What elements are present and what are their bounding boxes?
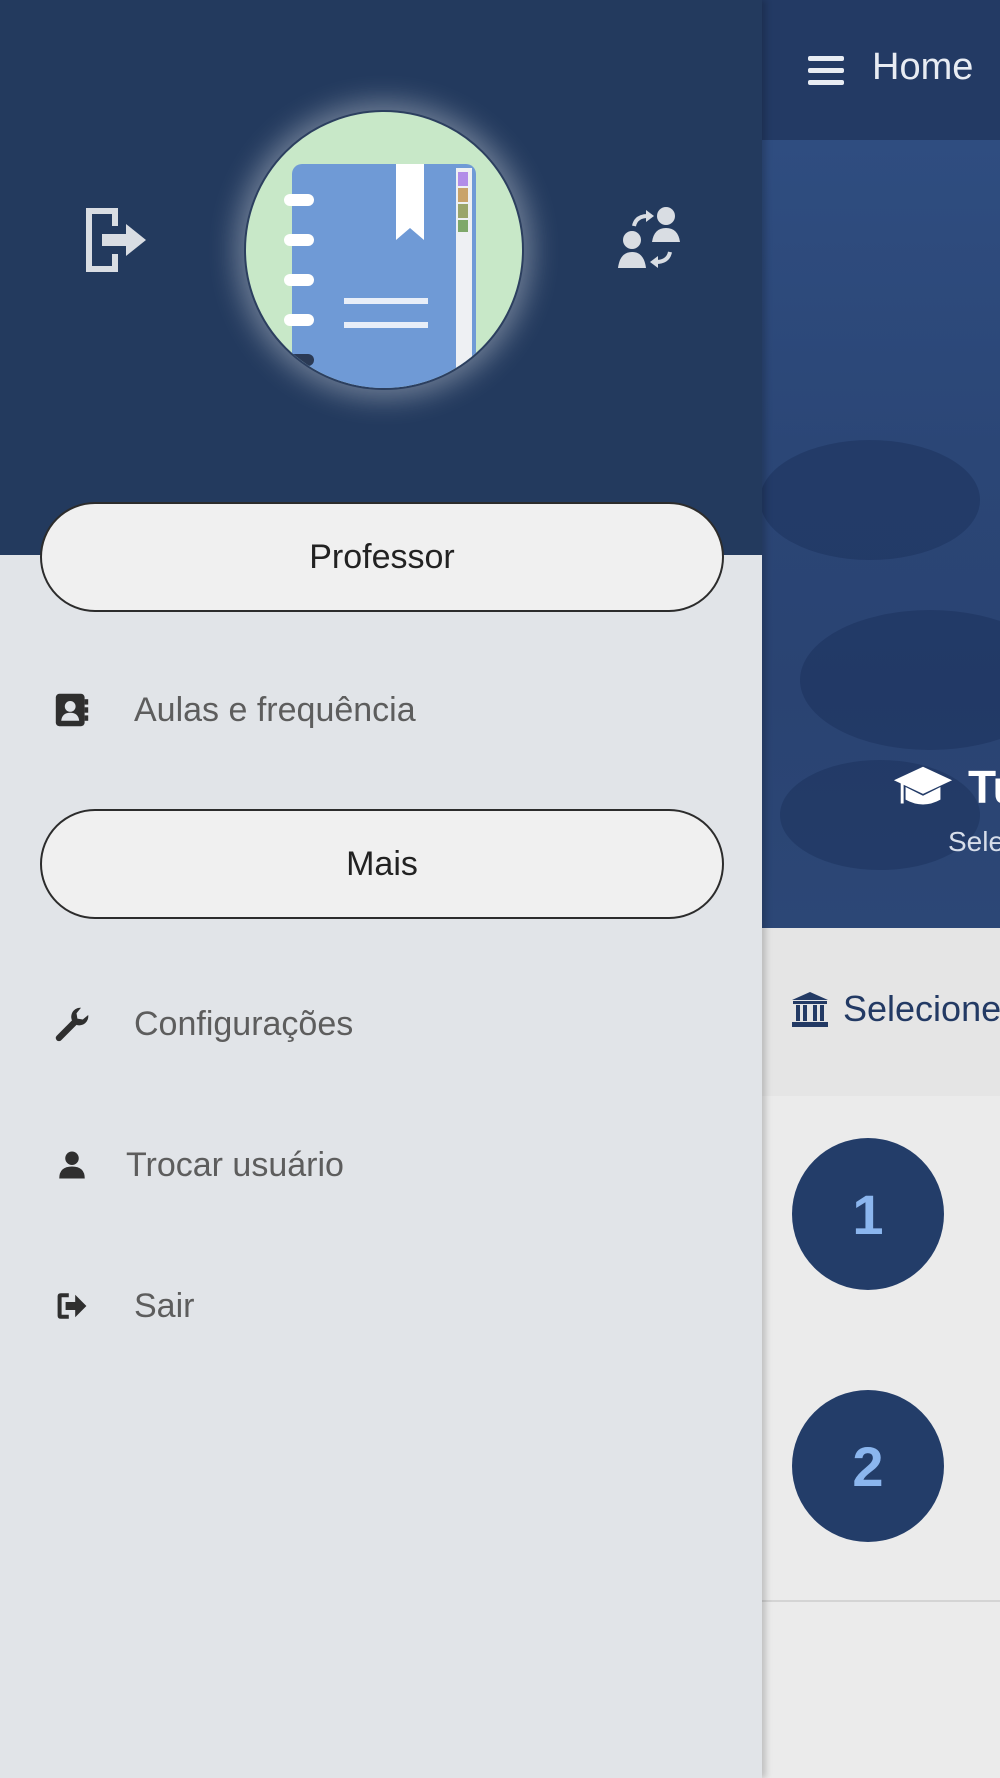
hero-subtitle: Sele <box>948 826 1000 857</box>
nav-item-aulas-frequencia[interactable]: Aulas e frequência <box>52 670 732 750</box>
graduation-cap-icon <box>893 766 953 805</box>
item-number-badge: 2 <box>792 1390 944 1542</box>
app-bar-title: Home <box>872 46 974 88</box>
section-button-professor[interactable]: Professor <box>40 502 724 612</box>
wrench-icon <box>52 1004 92 1044</box>
bank-icon <box>792 992 828 1027</box>
switch-users-icon[interactable] <box>614 204 686 276</box>
nav-item-configuracoes[interactable]: Configurações <box>52 984 732 1064</box>
nav-item-label: Trocar usuário <box>126 1145 344 1184</box>
exit-door-icon[interactable] <box>80 204 152 276</box>
nav-item-trocar-usuario[interactable]: Trocar usuário <box>52 1125 732 1205</box>
section-button-mais[interactable]: Mais <box>40 809 724 919</box>
navigation-drawer: Professor Aulas e frequência Mais Config… <box>0 0 762 1778</box>
hamburger-menu-icon[interactable] <box>808 56 844 86</box>
nav-item-label: Sair <box>134 1286 195 1325</box>
contact-book-icon <box>52 690 92 730</box>
drawer-header <box>0 0 762 555</box>
nav-item-sair[interactable]: Sair <box>52 1266 732 1346</box>
nav-item-label: Configurações <box>134 1004 354 1043</box>
nav-item-label: Aulas e frequência <box>134 690 416 729</box>
notebook-logo <box>284 164 476 388</box>
user-icon <box>52 1145 92 1185</box>
item-number-badge: 1 <box>792 1138 944 1290</box>
select-school-label: Selecione <box>843 988 1000 1029</box>
notebook-logo-avatar <box>244 110 524 390</box>
hero-title: Tu <box>968 761 1000 813</box>
sign-out-icon <box>52 1286 92 1326</box>
